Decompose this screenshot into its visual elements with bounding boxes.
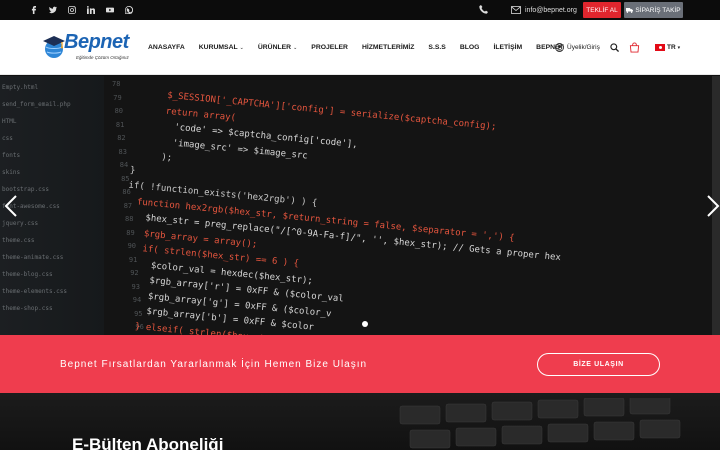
instagram-icon[interactable] bbox=[68, 6, 76, 14]
whatsapp-icon[interactable] bbox=[125, 6, 133, 14]
editor-file-item: theme-elements.css bbox=[2, 288, 68, 295]
nav-item-label: İLETİŞİM bbox=[493, 44, 523, 51]
line-number: 83 bbox=[118, 147, 127, 156]
shopping-bag-icon[interactable] bbox=[629, 42, 640, 53]
code-line: ); bbox=[160, 152, 173, 164]
social-links bbox=[30, 0, 133, 20]
nav-item-label: ÜRÜNLER bbox=[257, 44, 292, 51]
site-header: Bepnet Eğitimde Çözüm Ortağınız ANASAYFA… bbox=[0, 20, 720, 75]
line-number: 78 bbox=[112, 80, 121, 88]
hero-right-edge bbox=[707, 76, 720, 335]
youtube-icon[interactable] bbox=[106, 6, 114, 14]
search-icon[interactable] bbox=[610, 43, 619, 52]
top-bar: info@bepnet.org TEKLİF AL SİPARİŞ TAKİP bbox=[0, 0, 720, 20]
logo[interactable]: Bepnet Eğitimde Çözüm Ortağınız bbox=[40, 29, 140, 65]
turkey-flag-icon bbox=[655, 44, 665, 51]
editor-file-item: Empty.html bbox=[2, 84, 39, 91]
truck-icon bbox=[626, 7, 634, 13]
editor-file-item: HTML bbox=[2, 118, 17, 125]
linkedin-icon[interactable] bbox=[87, 6, 95, 14]
editor-file-item: css bbox=[2, 135, 13, 142]
slider-dot-active[interactable] bbox=[362, 321, 368, 327]
editor-file-item: skins bbox=[2, 169, 21, 176]
code-line: } bbox=[129, 165, 136, 176]
language-selector[interactable]: TR ▾ bbox=[655, 20, 680, 75]
nav-item-1[interactable]: KURUMSAL ⌄ bbox=[199, 44, 244, 51]
envelope-icon bbox=[511, 6, 521, 14]
slider-prev-button[interactable] bbox=[4, 195, 18, 217]
nav-item-label: ANASAYFA bbox=[148, 44, 185, 51]
editor-file-item: theme-shop.css bbox=[2, 305, 53, 312]
editor-file-item: bootstrap.css bbox=[2, 186, 49, 193]
email-link[interactable]: info@bepnet.org bbox=[511, 0, 577, 20]
language-code: TR bbox=[667, 44, 676, 51]
code-background: $_SESSION['_CAPTCHA']['config'] = serial… bbox=[111, 76, 712, 335]
cta-banner: Bepnet Fırsatlardan Yararlanmak İçin Hem… bbox=[0, 335, 720, 393]
cta-text: Bepnet Fırsatlardan Yararlanmak İçin Hem… bbox=[60, 358, 368, 370]
line-number: 84 bbox=[119, 161, 129, 169]
twitter-icon[interactable] bbox=[49, 6, 57, 14]
chevron-right-icon bbox=[707, 195, 720, 217]
chevron-down-icon: ▾ bbox=[677, 44, 681, 51]
siparis-takip-button[interactable]: SİPARİŞ TAKİP bbox=[624, 2, 683, 18]
editor-file-item: theme-blog.css bbox=[2, 271, 53, 278]
nav-item-label: KURUMSAL bbox=[198, 44, 238, 51]
teklif-al-button[interactable]: TEKLİF AL bbox=[583, 2, 621, 18]
nav-item-2[interactable]: ÜRÜNLER ⌄ bbox=[258, 44, 297, 51]
nav-item-label: HİZMETLERİMİZ bbox=[361, 44, 415, 51]
nav-item-0[interactable]: ANASAYFA bbox=[148, 44, 185, 51]
keyboard-background bbox=[399, 398, 681, 449]
editor-file-item: send_form_email.php bbox=[2, 101, 71, 108]
login-link[interactable]: Üyelik/Giriş bbox=[555, 20, 600, 75]
newsletter-title: E-Bülten Aboneliği bbox=[72, 435, 224, 450]
editor-file-item: jquery.css bbox=[2, 220, 39, 227]
login-label: Üyelik/Giriş bbox=[567, 44, 600, 51]
line-number: 79 bbox=[113, 93, 122, 102]
graduation-globe-icon bbox=[43, 36, 65, 58]
email-address: info@bepnet.org bbox=[525, 6, 577, 14]
slider-next-button[interactable] bbox=[706, 195, 720, 217]
chevron-down-icon: ⌄ bbox=[239, 44, 244, 51]
bize-ulasin-button[interactable]: BİZE ULAŞIN bbox=[537, 353, 660, 376]
nav-item-3[interactable]: PROJELER bbox=[311, 44, 348, 51]
line-number: 82 bbox=[117, 134, 126, 142]
nav-item-label: S.S.S bbox=[428, 44, 446, 51]
nav-item-label: BLOG bbox=[459, 44, 480, 51]
line-number: 80 bbox=[114, 107, 124, 115]
logo-text: Bepnet bbox=[64, 31, 129, 53]
line-number: 81 bbox=[115, 120, 125, 129]
newsletter-section: E-Bülten Aboneliği bbox=[0, 393, 720, 450]
chevron-left-icon bbox=[4, 195, 17, 217]
chevron-down-icon: ⌄ bbox=[293, 44, 298, 51]
siparis-takip-label: SİPARİŞ TAKİP bbox=[635, 6, 681, 14]
nav-item-7[interactable]: İLETİŞİM bbox=[493, 44, 522, 51]
hero-slider: Empty.html send_form_email.php HTML css font… bbox=[0, 76, 712, 335]
nav-item-label: PROJELER bbox=[311, 44, 348, 51]
logo-tagline: Eğitimde Çözüm Ortağınız bbox=[76, 55, 129, 60]
code-line: return array( bbox=[165, 106, 237, 123]
main-nav: ANASAYFA KURUMSAL ⌄ ÜRÜNLER ⌄ PROJELER HİZMETL… bbox=[148, 20, 578, 75]
nav-item-6[interactable]: BLOG bbox=[460, 44, 480, 51]
editor-file-item: fonts bbox=[2, 152, 21, 159]
user-icon bbox=[555, 43, 564, 52]
editor-file-item: theme.css bbox=[2, 237, 35, 244]
editor-file-item: theme-animate.css bbox=[2, 254, 64, 261]
phone-icon[interactable] bbox=[479, 5, 488, 14]
nav-item-5[interactable]: S.S.S bbox=[428, 44, 445, 51]
facebook-icon[interactable] bbox=[30, 6, 38, 14]
nav-item-4[interactable]: HİZMETLERİMİZ bbox=[362, 44, 414, 51]
